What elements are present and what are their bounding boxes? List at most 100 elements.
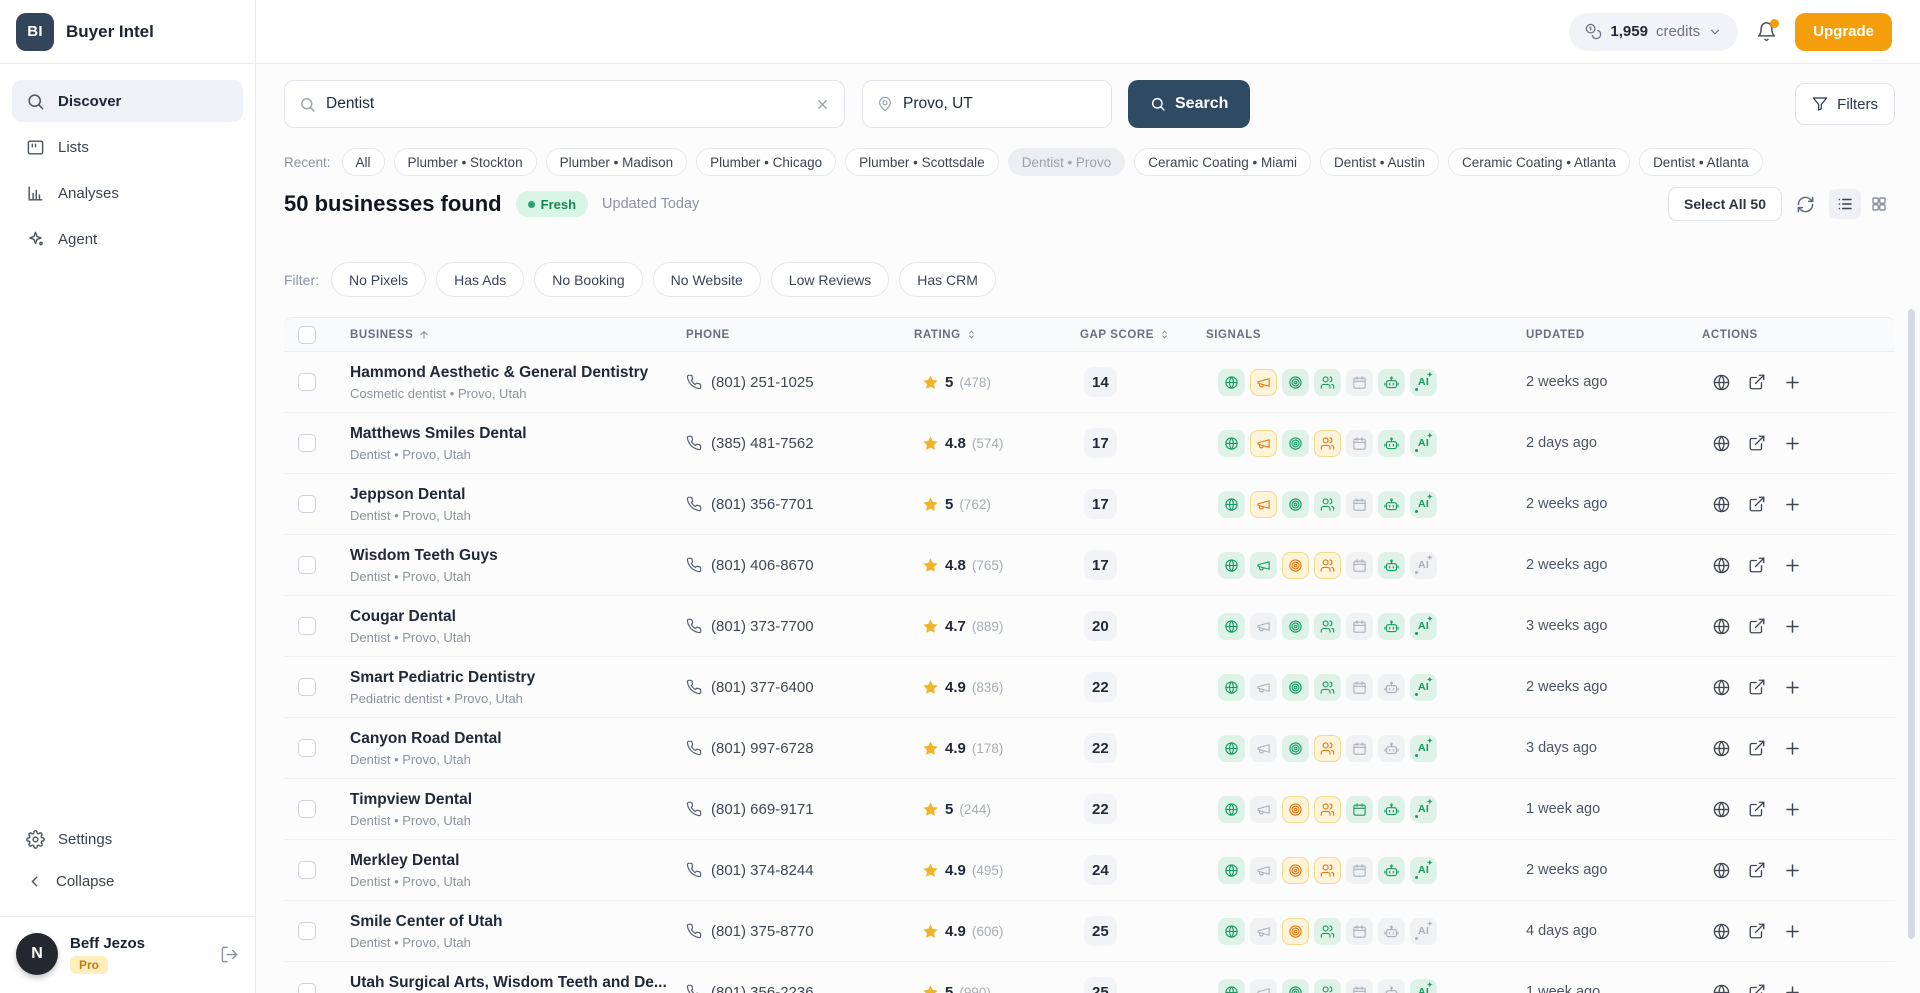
sidebar-item-agent[interactable]: Agent (12, 218, 243, 260)
globe-action-icon[interactable] (1712, 556, 1731, 575)
recent-chip[interactable]: Dentist • Atlanta (1639, 148, 1763, 176)
add-to-list-icon[interactable] (1783, 922, 1802, 941)
ai-signal-icon[interactable]: AI✦ (1410, 613, 1437, 640)
automation-signal-icon[interactable] (1378, 857, 1405, 884)
ads-signal-icon[interactable] (1250, 674, 1277, 701)
external-link-icon[interactable] (1748, 739, 1766, 757)
add-to-list-icon[interactable] (1783, 800, 1802, 819)
sidebar-item-settings[interactable]: Settings (12, 818, 126, 860)
recent-chip[interactable]: All (342, 148, 385, 176)
ai-signal-icon[interactable]: AI✦ (1410, 796, 1437, 823)
booking-signal-icon[interactable] (1346, 552, 1373, 579)
row-checkbox[interactable] (298, 556, 316, 574)
booking-signal-icon[interactable] (1346, 613, 1373, 640)
booking-signal-icon[interactable] (1346, 491, 1373, 518)
ai-signal-icon[interactable]: AI✦ (1410, 918, 1437, 945)
filter-chip[interactable]: Low Reviews (771, 262, 889, 297)
automation-signal-icon[interactable] (1378, 613, 1405, 640)
ads-signal-icon[interactable] (1250, 552, 1277, 579)
clear-search-icon[interactable] (815, 97, 830, 112)
booking-signal-icon[interactable] (1346, 735, 1373, 762)
column-header-rating[interactable]: RATING (914, 329, 1080, 341)
business-name[interactable]: Merkley Dental (350, 851, 686, 870)
website-signal-icon[interactable] (1218, 369, 1245, 396)
ai-signal-icon[interactable]: AI✦ (1410, 430, 1437, 457)
automation-signal-icon[interactable] (1378, 735, 1405, 762)
automation-signal-icon[interactable] (1378, 979, 1405, 993)
add-to-list-icon[interactable] (1783, 556, 1802, 575)
booking-signal-icon[interactable] (1346, 430, 1373, 457)
pixel-signal-icon[interactable] (1282, 796, 1309, 823)
recent-chip[interactable]: Ceramic Coating • Miami (1134, 148, 1311, 176)
social-signal-icon[interactable] (1314, 735, 1341, 762)
ads-signal-icon[interactable] (1250, 918, 1277, 945)
booking-signal-icon[interactable] (1346, 796, 1373, 823)
social-signal-icon[interactable] (1314, 979, 1341, 993)
column-header-business[interactable]: BUSINESS (350, 329, 686, 341)
grid-view-icon[interactable] (1863, 189, 1895, 219)
add-to-list-icon[interactable] (1783, 434, 1802, 453)
automation-signal-icon[interactable] (1378, 491, 1405, 518)
recent-chip[interactable]: Dentist • Austin (1320, 148, 1439, 176)
select-all-button[interactable]: Select All 50 (1668, 187, 1782, 221)
recent-chip[interactable]: Dentist • Provo (1008, 148, 1126, 176)
ai-signal-icon[interactable]: AI✦ (1410, 735, 1437, 762)
ads-signal-icon[interactable] (1250, 613, 1277, 640)
recent-chip[interactable]: Plumber • Scottsdale (845, 148, 999, 176)
refresh-icon[interactable] (1796, 195, 1815, 214)
website-signal-icon[interactable] (1218, 918, 1245, 945)
website-signal-icon[interactable] (1218, 491, 1245, 518)
recent-chip[interactable]: Plumber • Stockton (394, 148, 537, 176)
social-signal-icon[interactable] (1314, 674, 1341, 701)
pixel-signal-icon[interactable] (1282, 369, 1309, 396)
booking-signal-icon[interactable] (1346, 857, 1373, 884)
external-link-icon[interactable] (1748, 556, 1766, 574)
ai-signal-icon[interactable]: AI✦ (1410, 857, 1437, 884)
recent-chip[interactable]: Ceramic Coating • Atlanta (1448, 148, 1630, 176)
filters-button[interactable]: Filters (1795, 83, 1895, 125)
website-signal-icon[interactable] (1218, 430, 1245, 457)
automation-signal-icon[interactable] (1378, 674, 1405, 701)
business-name[interactable]: Cougar Dental (350, 607, 686, 626)
row-checkbox[interactable] (298, 678, 316, 696)
row-checkbox[interactable] (298, 800, 316, 818)
booking-signal-icon[interactable] (1346, 369, 1373, 396)
external-link-icon[interactable] (1748, 983, 1766, 993)
business-name[interactable]: Smile Center of Utah (350, 912, 686, 931)
filter-chip[interactable]: No Pixels (331, 262, 426, 297)
sidebar-item-lists[interactable]: Lists (12, 126, 243, 168)
ads-signal-icon[interactable] (1250, 430, 1277, 457)
pixel-signal-icon[interactable] (1282, 674, 1309, 701)
pixel-signal-icon[interactable] (1282, 857, 1309, 884)
business-name[interactable]: Canyon Road Dental (350, 729, 686, 748)
add-to-list-icon[interactable] (1783, 861, 1802, 880)
automation-signal-icon[interactable] (1378, 552, 1405, 579)
add-to-list-icon[interactable] (1783, 678, 1802, 697)
business-name[interactable]: Utah Surgical Arts, Wisdom Teeth and De.… (350, 973, 686, 992)
external-link-icon[interactable] (1748, 434, 1766, 452)
add-to-list-icon[interactable] (1783, 739, 1802, 758)
external-link-icon[interactable] (1748, 861, 1766, 879)
booking-signal-icon[interactable] (1346, 979, 1373, 993)
social-signal-icon[interactable] (1314, 491, 1341, 518)
search-button[interactable]: Search (1128, 80, 1250, 128)
filter-chip[interactable]: No Booking (534, 262, 642, 297)
automation-signal-icon[interactable] (1378, 796, 1405, 823)
sidebar-item-analyses[interactable]: Analyses (12, 172, 243, 214)
recent-chip[interactable]: Plumber • Madison (546, 148, 688, 176)
row-checkbox[interactable] (298, 983, 316, 993)
business-name[interactable]: Wisdom Teeth Guys (350, 546, 686, 565)
row-checkbox[interactable] (298, 434, 316, 452)
upgrade-button[interactable]: Upgrade (1795, 13, 1892, 51)
external-link-icon[interactable] (1748, 373, 1766, 391)
social-signal-icon[interactable] (1314, 430, 1341, 457)
website-signal-icon[interactable] (1218, 674, 1245, 701)
social-signal-icon[interactable] (1314, 613, 1341, 640)
filter-chip[interactable]: Has CRM (899, 262, 996, 297)
sidebar-item-discover[interactable]: Discover (12, 80, 243, 122)
social-signal-icon[interactable] (1314, 918, 1341, 945)
social-signal-icon[interactable] (1314, 796, 1341, 823)
ai-signal-icon[interactable]: AI✦ (1410, 552, 1437, 579)
pixel-signal-icon[interactable] (1282, 430, 1309, 457)
website-signal-icon[interactable] (1218, 735, 1245, 762)
